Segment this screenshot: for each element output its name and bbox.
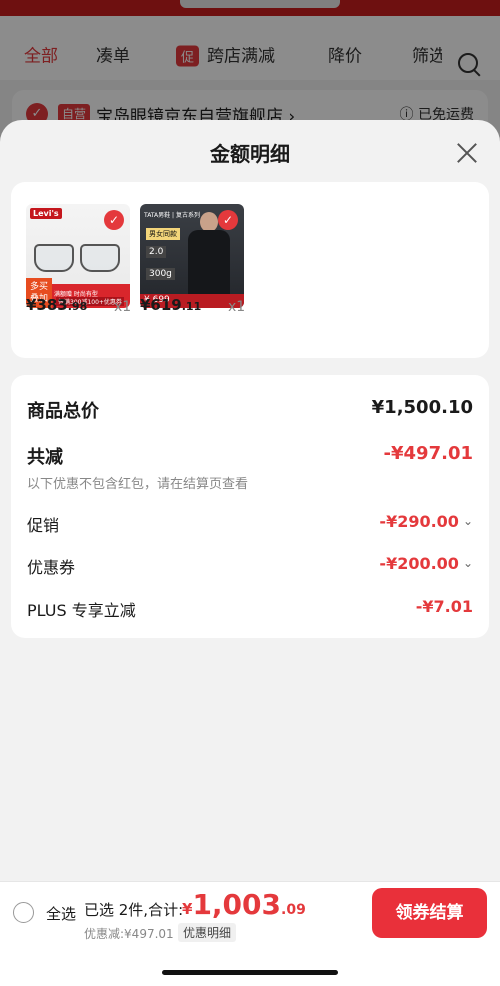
glasses-illustration <box>32 238 124 278</box>
amount-detail-sheet: 金额明细 Levi's 多买叠加 满额赠 时尚有型 每满300减100+优惠券 <box>0 120 500 986</box>
total-reduce-value: -¥497.01 <box>383 443 473 464</box>
product-image: TATA男鞋 | 复古系列 男女同款 2.0 300g ¥ 699 ✓ <box>140 204 244 308</box>
discount-amount: 优惠减:¥497.01 <box>84 927 174 941</box>
unisex-badge: 男女同款 <box>146 228 180 240</box>
product-price: ¥619.11 <box>140 296 202 314</box>
cart-page: 全部 凑单 促跨店满减 降价 筛选 ✓ 自营 宝岛眼镜京东自营旗舰店 › ⓘ 已… <box>0 0 500 986</box>
checkout-bar: 全选 已选 2件,合计: ¥1,003.09 优惠减:¥497.01 优惠明细 … <box>0 881 500 986</box>
chevron-down-icon: ⌄ <box>462 556 473 570</box>
product-item[interactable]: Levi's 多买叠加 满额赠 时尚有型 每满300减100+优惠券 ✓ <box>26 204 136 308</box>
coupon-row[interactable]: -¥200.00 ⌄ <box>379 554 473 573</box>
discount-detail-button[interactable]: 优惠明细 <box>178 923 237 942</box>
amount-breakdown-card: 商品总价 ¥1,500.10 共减 -¥497.01 以下优惠不包含红包，请在结… <box>11 375 489 638</box>
check-icon[interactable]: ✓ <box>104 210 124 230</box>
product-qty: x1 <box>114 299 132 315</box>
total-price-label: 商品总价 <box>27 401 99 422</box>
close-icon[interactable] <box>454 140 480 166</box>
total-amount: ¥1,003.09 <box>182 888 306 921</box>
product-price: ¥383.98 <box>26 296 88 314</box>
brand-logo: Levi's <box>30 208 62 219</box>
select-all-radio[interactable] <box>13 902 34 923</box>
discount-note: 以下优惠不包含红包，请在结算页查看 <box>27 477 249 492</box>
products-card: Levi's 多买叠加 满额赠 时尚有型 每满300减100+优惠券 ✓ ¥38… <box>11 182 489 358</box>
promo-label: 促销 <box>27 516 60 535</box>
promo-row[interactable]: -¥290.00 ⌄ <box>379 512 473 531</box>
product-image: Levi's 多买叠加 满额赠 时尚有型 每满300减100+优惠券 ✓ <box>26 204 130 308</box>
chevron-down-icon: ⌄ <box>462 514 473 528</box>
selection-summary: 已选 2件,合计: <box>84 901 184 919</box>
total-price-value: ¥1,500.10 <box>371 397 473 418</box>
checkout-button[interactable]: 领券结算 <box>372 888 487 938</box>
promo-value: -¥290.00 <box>379 512 459 531</box>
plus-label: PLUS 专享立减 <box>27 601 136 620</box>
check-icon[interactable]: ✓ <box>218 210 238 230</box>
coupon-label: 优惠券 <box>27 558 76 577</box>
coupon-value: -¥200.00 <box>379 554 459 573</box>
sheet-title: 金额明细 <box>210 142 290 166</box>
home-indicator <box>162 970 338 975</box>
product-qty: x1 <box>228 299 246 315</box>
select-all-label[interactable]: 全选 <box>46 903 76 924</box>
product-item[interactable]: TATA男鞋 | 复古系列 男女同款 2.0 300g ¥ 699 ✓ <box>140 204 250 308</box>
plus-value: -¥7.01 <box>415 597 473 616</box>
total-reduce-label: 共减 <box>27 447 63 468</box>
weight-badge: 300g <box>146 268 175 280</box>
spec-badge: 2.0 <box>146 246 167 258</box>
